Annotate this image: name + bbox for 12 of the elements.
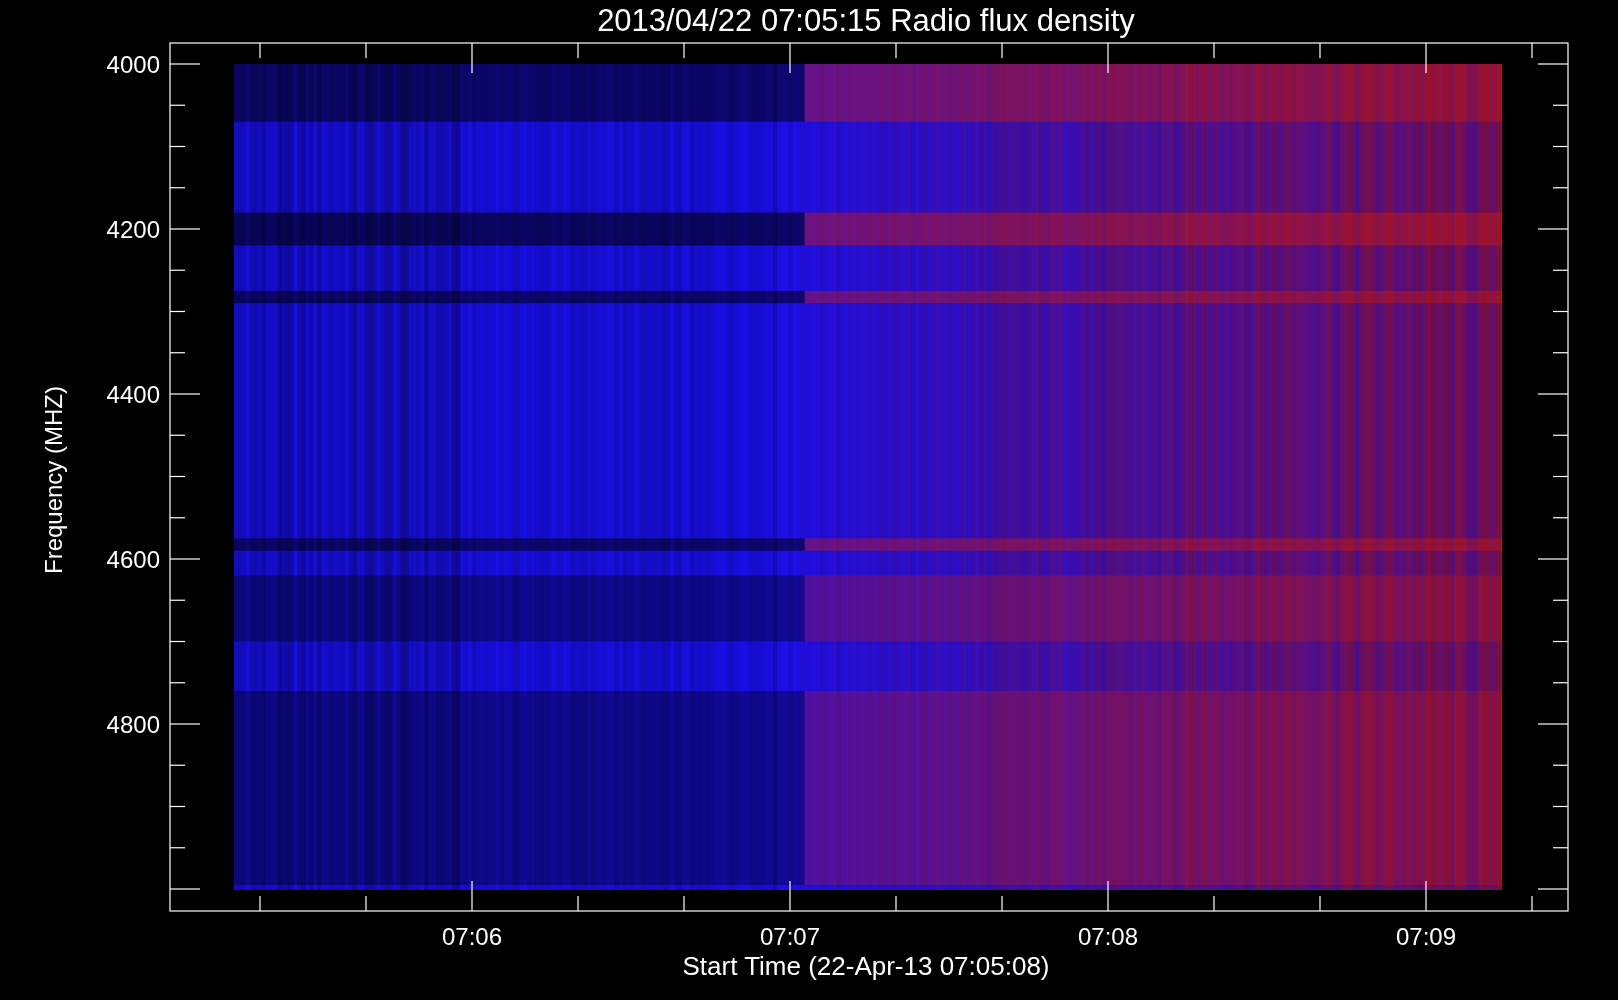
x-axis-label: Start Time (22-Apr-13 07:05:08) <box>682 951 1050 981</box>
y-tick-label: 4600 <box>106 546 160 573</box>
y-tick-label: 4400 <box>106 381 160 408</box>
x-tick-label: 07:07 <box>759 923 821 950</box>
x-tick-label: 07:08 <box>1077 923 1139 950</box>
x-tick-label: 07:09 <box>1395 923 1457 950</box>
y-tick-label: 4200 <box>106 216 160 243</box>
y-tick-label: 4000 <box>106 51 160 78</box>
plot-title: 2013/04/22 07:05:15 Radio flux density <box>597 3 1135 38</box>
y-axis-label: Frequency (MHZ) <box>40 386 67 574</box>
x-tick-label: 07:06 <box>441 923 503 950</box>
y-tick-label: 4800 <box>106 711 160 738</box>
